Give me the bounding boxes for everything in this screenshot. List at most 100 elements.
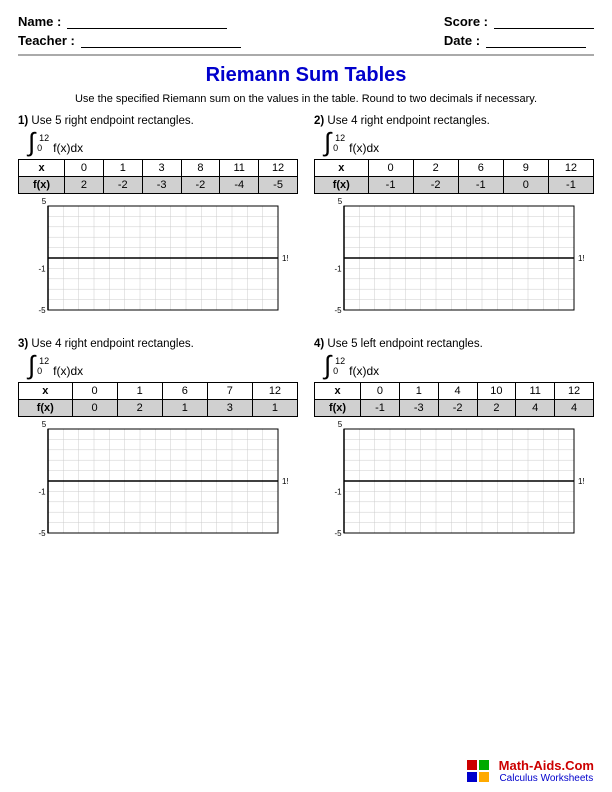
fx-label: f(x) [19, 400, 73, 417]
svg-text:15: 15 [578, 477, 584, 486]
x-value: 10 [477, 383, 516, 400]
integral-limits: 12 0 [333, 133, 345, 153]
fx-value: -2 [438, 400, 477, 417]
problem-2-header: 2) Use 4 right endpoint rectangles. [314, 115, 594, 127]
x-value: 6 [458, 160, 503, 177]
svg-text:15: 15 [282, 254, 288, 263]
x-label: x [19, 383, 73, 400]
name-input-line[interactable] [67, 15, 227, 29]
problem-3-graph: 5 -1 -5 15 [18, 421, 288, 551]
svg-text:-5: -5 [334, 529, 342, 538]
x-value: 11 [516, 383, 555, 400]
x-value: 12 [555, 383, 594, 400]
fx-value: -2 [103, 177, 142, 194]
integral-symbol: ∫ [324, 129, 331, 155]
date-input-line[interactable] [486, 34, 586, 48]
name-label: Name : [18, 14, 61, 29]
problem-2-graph: 5 -1 -5 15 [314, 198, 584, 328]
logo-grid [467, 760, 489, 782]
fx-value: -1 [361, 400, 400, 417]
teacher-label: Teacher : [18, 33, 75, 48]
x-value: 4 [438, 383, 477, 400]
fx-value: -1 [548, 177, 593, 194]
integral-expr: f(x)dx [53, 364, 83, 378]
problem-4: 4) Use 5 left endpoint rectangles. ∫ 12 … [314, 338, 594, 551]
x-value: 1 [117, 383, 162, 400]
score-input-line[interactable] [494, 15, 594, 29]
svg-text:-1: -1 [334, 487, 342, 496]
integral-symbol: ∫ [28, 129, 35, 155]
fx-label: f(x) [315, 177, 369, 194]
instructions-text: Use the specified Riemann sum on the val… [18, 93, 594, 105]
svg-text:-1: -1 [334, 264, 342, 273]
x-value: 8 [181, 160, 220, 177]
svg-text:15: 15 [578, 254, 584, 263]
header: Name : Teacher : Score : Date : [18, 14, 594, 48]
logo-blue [467, 772, 477, 782]
header-right: Score : Date : [444, 14, 594, 48]
fx-value: 1 [162, 400, 207, 417]
x-value: 0 [65, 160, 104, 177]
footer-logo: Math-Aids.Com Calculus Worksheets [499, 758, 594, 784]
teacher-input-line[interactable] [81, 34, 241, 48]
problem-3-header: 3) Use 4 right endpoint rectangles. [18, 338, 298, 350]
integral-limits: 12 0 [37, 133, 49, 153]
logo-orange [479, 772, 489, 782]
fx-value: -2 [413, 177, 458, 194]
footer-site: Math-Aids.Com [499, 758, 594, 773]
integral-limits: 12 0 [37, 356, 49, 376]
name-field: Name : [18, 14, 241, 29]
problem-1-graph: 5 -1 -5 15 [18, 198, 288, 328]
fx-value: 4 [516, 400, 555, 417]
problem-4-graph: 5 -1 -5 15 [314, 421, 584, 551]
fx-value: 1 [252, 400, 297, 417]
x-value: 7 [207, 383, 252, 400]
fx-value: 2 [117, 400, 162, 417]
integral-expr: f(x)dx [53, 141, 83, 155]
x-value: 0 [368, 160, 413, 177]
x-label: x [315, 160, 369, 177]
fx-value: -2 [181, 177, 220, 194]
svg-text:5: 5 [42, 421, 47, 429]
fx-value: -4 [220, 177, 259, 194]
x-value: 0 [361, 383, 400, 400]
problem-4-header: 4) Use 5 left endpoint rectangles. [314, 338, 594, 350]
date-label: Date : [444, 33, 480, 48]
x-label: x [19, 160, 65, 177]
x-value: 12 [548, 160, 593, 177]
problems-grid: 1) Use 5 right endpoint rectangles. ∫ 12… [18, 115, 594, 551]
fx-value: -1 [368, 177, 413, 194]
fx-value: -5 [259, 177, 298, 194]
integral-symbol: ∫ [28, 352, 35, 378]
x-value: 1 [103, 160, 142, 177]
svg-text:5: 5 [338, 421, 343, 429]
x-value: 3 [142, 160, 181, 177]
problem-1: 1) Use 5 right endpoint rectangles. ∫ 12… [18, 115, 298, 328]
x-value: 12 [252, 383, 297, 400]
teacher-field: Teacher : [18, 33, 241, 48]
page: Name : Teacher : Score : Date : Riemann … [0, 0, 612, 792]
integral-limits: 12 0 [333, 356, 345, 376]
x-value: 12 [259, 160, 298, 177]
date-field: Date : [444, 33, 594, 48]
problem-1-header: 1) Use 5 right endpoint rectangles. [18, 115, 298, 127]
x-value: 0 [72, 383, 117, 400]
problem-2: 2) Use 4 right endpoint rectangles. ∫ 12… [314, 115, 594, 328]
svg-text:5: 5 [42, 198, 47, 206]
logo-green [479, 760, 489, 770]
x-label: x [315, 383, 361, 400]
logo-red [467, 760, 477, 770]
problem-1-integral: ∫ 12 0 f(x)dx [28, 129, 298, 155]
integral-expr: f(x)dx [349, 141, 379, 155]
fx-value: 2 [477, 400, 516, 417]
svg-text:-5: -5 [38, 529, 46, 538]
problem-4-table: x014101112f(x)-1-3-2244 [314, 382, 594, 417]
fx-value: -3 [142, 177, 181, 194]
fx-label: f(x) [315, 400, 361, 417]
problem-1-table: x01381112f(x)2-2-3-2-4-5 [18, 159, 298, 194]
score-label: Score : [444, 14, 488, 29]
fx-label: f(x) [19, 177, 65, 194]
svg-text:-5: -5 [38, 306, 46, 315]
x-value: 9 [503, 160, 548, 177]
fx-value: 2 [65, 177, 104, 194]
